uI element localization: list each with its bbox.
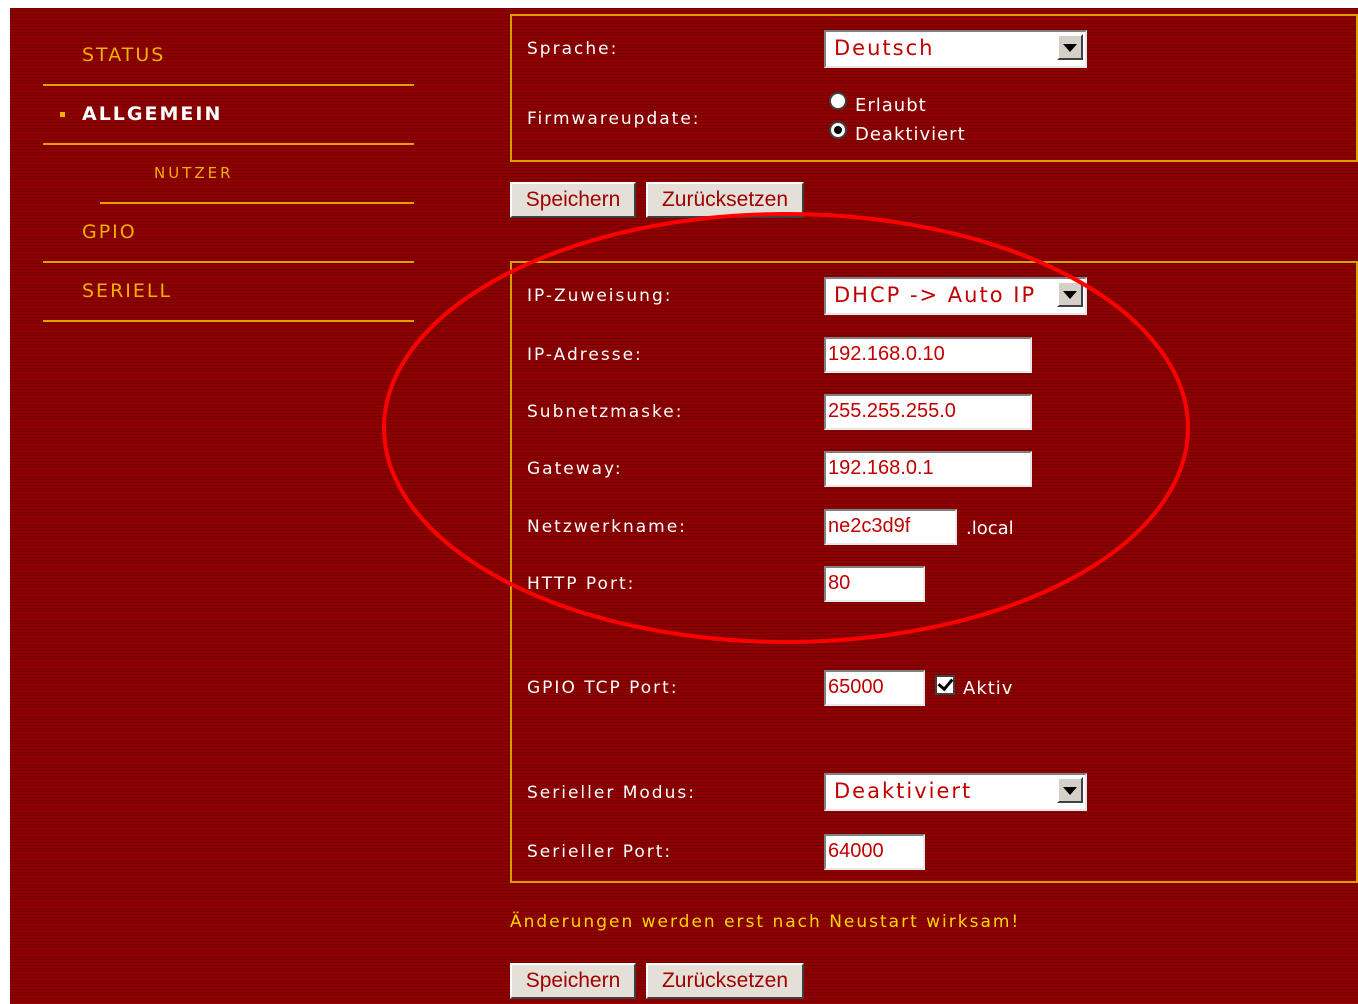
sidebar-divider xyxy=(43,320,414,322)
sidebar-divider xyxy=(43,143,414,145)
save-button-bottom[interactable]: Speichern xyxy=(510,963,636,999)
gpio-tcp-port-label: GPIO TCP Port: xyxy=(527,678,679,698)
sidebar-item-nutzer[interactable]: NUTZER xyxy=(154,164,234,182)
active-bullet-icon xyxy=(60,112,65,117)
chevron-down-icon[interactable] xyxy=(1057,34,1083,60)
language-label: Sprache: xyxy=(527,39,619,59)
chevron-down-icon[interactable] xyxy=(1057,281,1083,307)
network-name-label: Netzwerkname: xyxy=(527,517,687,537)
chevron-down-icon[interactable] xyxy=(1057,777,1083,803)
firmware-allowed-label: Erlaubt xyxy=(855,95,927,116)
firmware-update-label: Firmwareupdate: xyxy=(527,109,701,129)
firmware-disabled-label: Deaktiviert xyxy=(855,124,966,145)
firmware-allowed-radio[interactable] xyxy=(829,92,847,110)
ip-address-label: IP-Adresse: xyxy=(527,345,643,365)
top-border xyxy=(0,0,1358,8)
sidebar-divider xyxy=(100,202,414,204)
sidebar-item-allgemein[interactable]: ALLGEMEIN xyxy=(82,103,222,125)
gateway-label: Gateway: xyxy=(527,459,623,479)
sidebar-item-gpio[interactable]: GPIO xyxy=(82,221,137,243)
http-port-label: HTTP Port: xyxy=(527,574,636,594)
firmware-disabled-radio[interactable] xyxy=(829,121,847,139)
ip-assignment-select[interactable]: DHCP -> Auto IP xyxy=(824,277,1087,315)
ip-assignment-value: DHCP -> Auto IP xyxy=(834,283,1037,307)
serial-mode-label: Serieller Modus: xyxy=(527,783,696,803)
restart-notice: Änderungen werden erst nach Neustart wir… xyxy=(510,912,1021,932)
gpio-tcp-port-input[interactable]: 65000 xyxy=(824,670,925,706)
save-button[interactable]: Speichern xyxy=(510,182,636,218)
language-select-value: Deutsch xyxy=(834,36,935,60)
network-name-suffix: .local xyxy=(966,518,1014,539)
reset-button[interactable]: Zurücksetzen xyxy=(646,182,804,218)
serial-port-label: Serieller Port: xyxy=(527,842,673,862)
sidebar-item-seriell[interactable]: SERIELL xyxy=(82,280,172,302)
serial-mode-select[interactable]: Deaktiviert xyxy=(824,773,1087,811)
sidebar-divider xyxy=(43,261,414,263)
gpio-active-checkbox[interactable] xyxy=(935,675,955,695)
network-name-input[interactable]: ne2c3d9f xyxy=(824,509,957,545)
http-port-input[interactable]: 80 xyxy=(824,566,925,602)
ip-assignment-label: IP-Zuweisung: xyxy=(527,286,673,306)
serial-port-input[interactable]: 64000 xyxy=(824,834,925,870)
sidebar-divider xyxy=(43,84,414,86)
ip-address-input[interactable]: 192.168.0.10 xyxy=(824,337,1032,373)
subnet-mask-input[interactable]: 255.255.255.0 xyxy=(824,394,1032,430)
gpio-active-label: Aktiv xyxy=(963,678,1014,699)
sidebar-item-status[interactable]: STATUS xyxy=(82,44,165,66)
gateway-input[interactable]: 192.168.0.1 xyxy=(824,451,1032,487)
reset-button-bottom[interactable]: Zurücksetzen xyxy=(646,963,804,999)
left-border xyxy=(0,0,10,1004)
subnet-mask-label: Subnetzmaske: xyxy=(527,402,684,422)
language-select[interactable]: Deutsch xyxy=(824,30,1087,68)
serial-mode-value: Deaktiviert xyxy=(834,779,973,803)
